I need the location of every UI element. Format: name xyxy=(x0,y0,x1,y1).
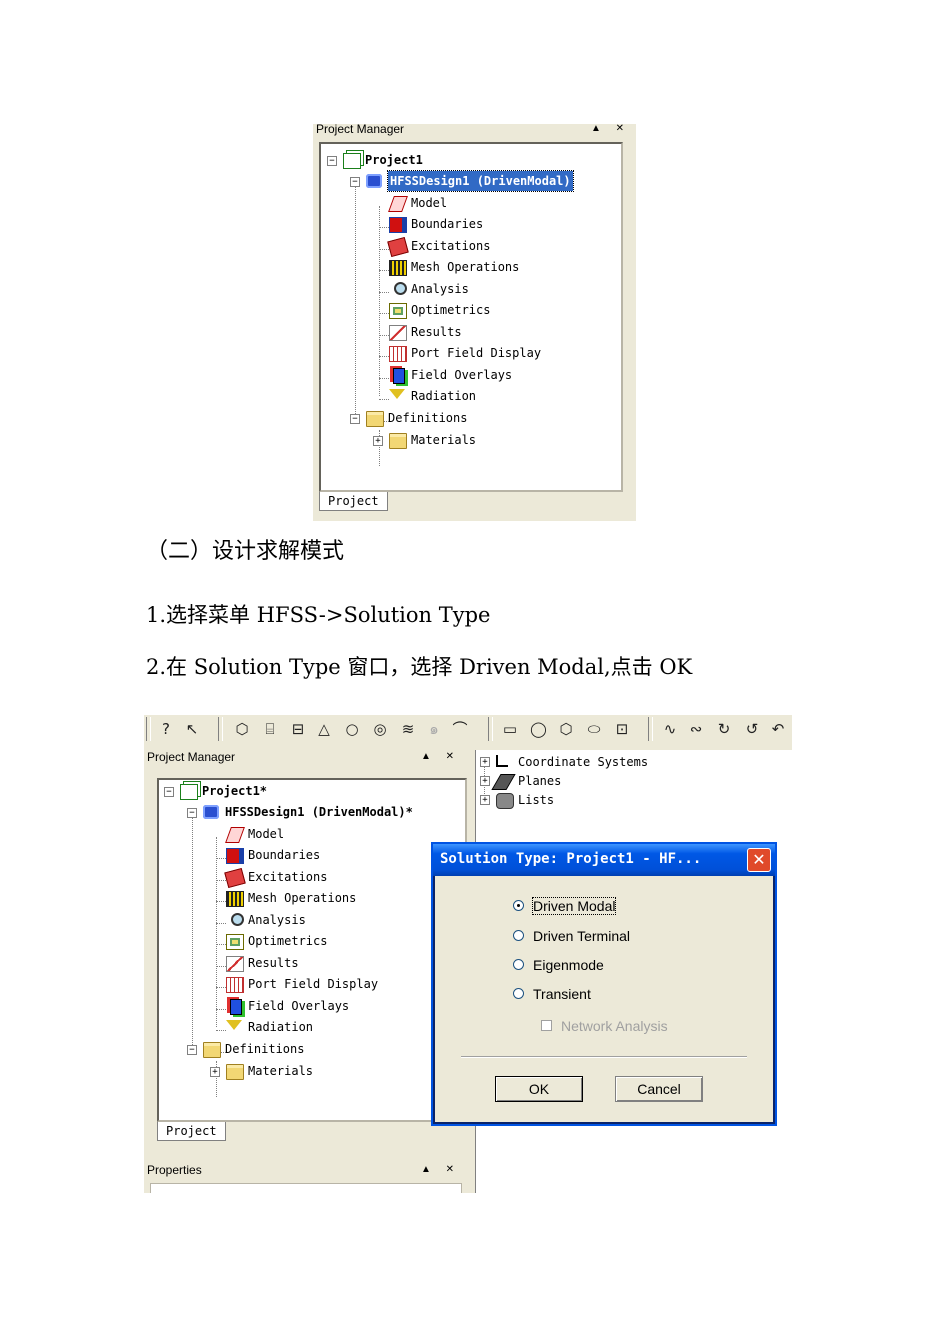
bondwire-icon[interactable]: ⌒ xyxy=(452,721,468,737)
folder-icon xyxy=(366,411,384,427)
folder-icon xyxy=(226,1064,244,1080)
mesh-operations-icon xyxy=(226,891,244,907)
arc-icon[interactable]: ↻ xyxy=(716,721,732,737)
port-field-display-icon xyxy=(389,346,407,362)
bottom-collapse-definitions[interactable]: − xyxy=(187,1045,197,1055)
bottom-collapse-design[interactable]: − xyxy=(187,808,197,818)
cylinder-icon[interactable]: ⌸ xyxy=(262,721,278,737)
toolbar: ? ↖ ⬡ ⌸ ⊟ △ ○ ◎ ≋ ๑ ⌒ ▭ ◯ ⬡ ⬭ ⊡ ∿ ∾ ↻ ↺ … xyxy=(144,715,792,747)
results-icon xyxy=(389,325,407,341)
radio-driven-terminal[interactable] xyxy=(513,930,524,941)
step-2: 2.在 Solution Type 窗口，选择 Driven Modal,点击 … xyxy=(146,655,693,679)
radiation-icon xyxy=(226,1020,242,1030)
equation-curve-icon[interactable]: ↶ xyxy=(770,721,786,737)
project-icon xyxy=(343,153,361,169)
expand-planes[interactable]: + xyxy=(480,776,490,786)
properties-title: Properties xyxy=(147,1163,202,1177)
bottom-project-manager: Project Manager ▲ ✕ Project − Project1* xyxy=(144,748,467,1158)
solution-type-dialog: Solution Type: Project1 - HF... ✕ Driven… xyxy=(431,842,777,1126)
radio-eigenmode[interactable] xyxy=(513,959,524,970)
bottom-pm-controls[interactable]: ▲ ✕ xyxy=(421,748,460,766)
bottom-tab-project[interactable]: Project xyxy=(157,1122,226,1141)
results-icon xyxy=(226,956,244,972)
section-heading: （二）设计求解模式 xyxy=(146,539,345,564)
help-icon[interactable]: ? xyxy=(158,721,174,737)
bottom-collapse-project[interactable]: − xyxy=(164,787,174,797)
top-pm-title: Project Manager xyxy=(316,122,405,136)
ok-button[interactable]: OK xyxy=(495,1076,583,1102)
project-icon xyxy=(180,784,198,800)
dialog-divider xyxy=(461,1056,747,1058)
top-collapse-definitions[interactable]: − xyxy=(350,414,360,424)
step-1: 1.选择菜单 HFSS->Solution Type xyxy=(146,603,491,627)
cone-icon[interactable]: △ xyxy=(316,721,332,737)
regular-polyhedron-icon[interactable]: ⊟ xyxy=(290,721,306,737)
bottom-pm-title: Project Manager xyxy=(147,750,236,764)
field-overlays-icon xyxy=(393,368,405,384)
bottom-pm-title-bar: Project Manager ▲ ✕ xyxy=(144,748,466,766)
context-help-icon[interactable]: ↖ xyxy=(184,721,200,737)
circle-icon[interactable]: ◯ xyxy=(530,721,547,737)
mesh-operations-icon xyxy=(389,260,407,276)
top-collapse-project[interactable]: − xyxy=(327,156,337,166)
ellipse-icon[interactable]: ⬭ xyxy=(586,721,602,737)
analysis-icon xyxy=(231,913,244,926)
cancel-button[interactable]: Cancel xyxy=(615,1076,703,1102)
helix-icon[interactable]: ≋ xyxy=(400,721,416,737)
boundaries-icon xyxy=(389,217,407,233)
torus-icon[interactable]: ◎ xyxy=(372,721,388,737)
radio-transient[interactable] xyxy=(513,988,524,999)
hfss-design-icon xyxy=(366,174,382,188)
port-field-display-icon xyxy=(226,977,244,993)
boundaries-icon xyxy=(226,848,244,864)
box-icon[interactable]: ⬡ xyxy=(234,721,250,737)
properties-title-bar: Properties ▲ ✕ xyxy=(144,1161,466,1179)
top-project-manager: Project Manager ▲ ✕ Project − Project1 −… xyxy=(313,122,636,521)
dialog-title-bar[interactable]: Solution Type: Project1 - HF... ✕ xyxy=(433,844,775,876)
hfss-design-icon xyxy=(203,805,219,819)
sphere-icon[interactable]: ○ xyxy=(344,721,360,737)
folder-icon xyxy=(389,433,407,449)
spline-icon[interactable]: ∾ xyxy=(688,721,704,737)
bottom-expand-materials[interactable]: + xyxy=(210,1067,220,1077)
top-tab-project[interactable]: Project xyxy=(319,492,388,511)
top-collapse-design[interactable]: − xyxy=(350,177,360,187)
radiation-icon xyxy=(389,389,405,399)
optimetrics-icon xyxy=(226,934,244,950)
coordinate-systems-icon xyxy=(496,755,508,767)
dialog-title: Solution Type: Project1 - HF... xyxy=(440,851,702,867)
regular-polygon-icon[interactable]: ⬡ xyxy=(558,721,574,737)
top-pm-controls[interactable]: ▲ ✕ xyxy=(591,120,630,138)
spiral-icon[interactable]: ๑ xyxy=(426,721,442,737)
properties-panel: Properties ▲ ✕ xyxy=(144,1161,466,1193)
network-analysis-checkbox xyxy=(541,1020,552,1031)
expand-lists[interactable]: + xyxy=(480,795,490,805)
line-icon[interactable]: ∿ xyxy=(662,721,678,737)
close-icon[interactable]: ✕ xyxy=(747,848,771,872)
center-arc-icon[interactable]: ↺ xyxy=(744,721,760,737)
analysis-icon xyxy=(394,282,407,295)
top-pm-title-bar: Project Manager ▲ ✕ xyxy=(313,120,636,138)
top-expand-materials[interactable]: + xyxy=(373,436,383,446)
lists-icon xyxy=(496,793,514,809)
radio-driven-modal[interactable] xyxy=(513,900,524,911)
dialog-body: Driven Modal Driven Terminal Eigenmode T… xyxy=(435,876,773,1122)
properties-controls[interactable]: ▲ ✕ xyxy=(421,1161,460,1179)
create-region-icon[interactable]: ⊡ xyxy=(614,721,630,737)
optimetrics-icon xyxy=(389,303,407,319)
field-overlays-icon xyxy=(230,999,242,1015)
expand-coordinate-systems[interactable]: + xyxy=(480,757,490,767)
rectangle-icon[interactable]: ▭ xyxy=(502,721,518,737)
folder-icon xyxy=(203,1042,221,1058)
